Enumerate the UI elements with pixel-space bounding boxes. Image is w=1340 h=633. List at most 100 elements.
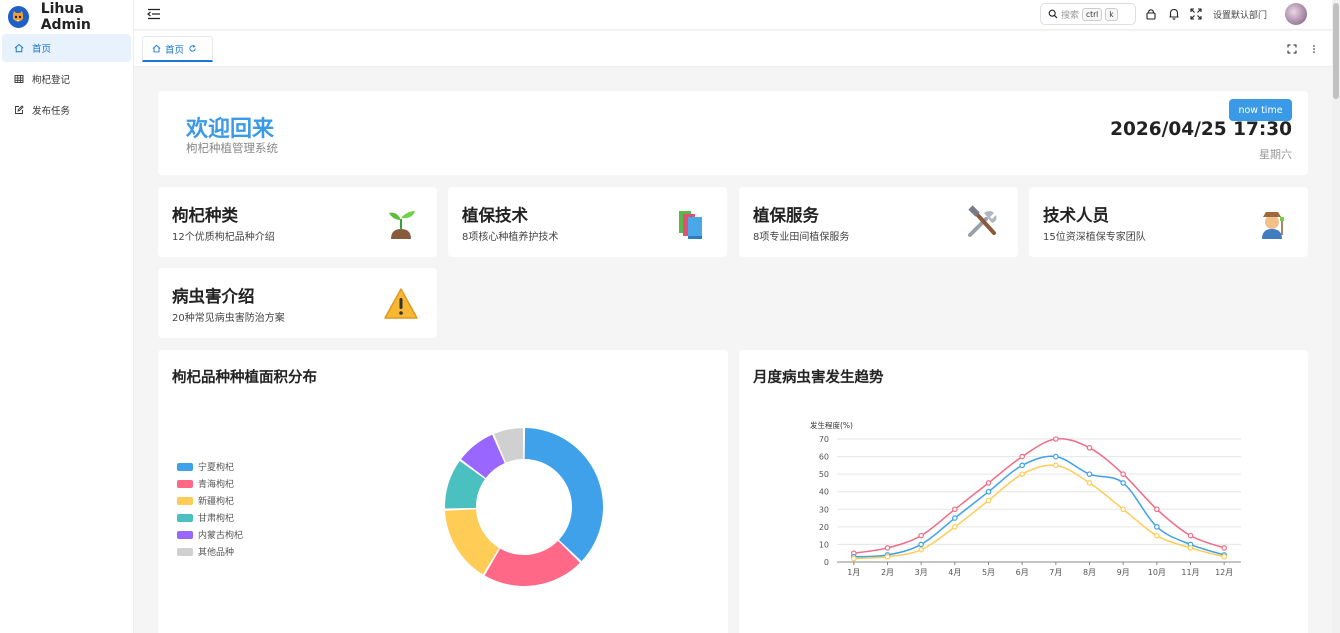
avatar[interactable] bbox=[1285, 3, 1307, 25]
app-title: Lihua Admin bbox=[40, 1, 91, 33]
current-weekday: 星期六 bbox=[1259, 148, 1292, 161]
data-point[interactable] bbox=[884, 553, 891, 560]
y-tick-label: 70 bbox=[819, 435, 829, 444]
data-point[interactable] bbox=[1187, 545, 1194, 551]
donut-slice[interactable] bbox=[445, 509, 499, 575]
tabs-bar: 首页 bbox=[134, 31, 1332, 67]
data-point[interactable] bbox=[1053, 462, 1059, 469]
feature-card-varieties[interactable]: 枸杞种类 12个优质枸杞品种介绍 bbox=[158, 187, 437, 257]
default-department-button[interactable]: 设置默认部门 bbox=[1213, 8, 1267, 21]
y-tick-label: 20 bbox=[819, 523, 829, 532]
data-point[interactable] bbox=[1053, 453, 1059, 460]
search-button[interactable]: 搜索 ctrl k bbox=[1040, 3, 1136, 25]
x-tick-label: 11月 bbox=[1181, 568, 1199, 577]
logo-icon bbox=[8, 6, 29, 28]
home-icon bbox=[152, 44, 161, 53]
menu-collapse-icon[interactable] bbox=[147, 7, 161, 21]
y-tick-label: 40 bbox=[819, 488, 829, 497]
sidebar-item-label: 发布任务 bbox=[32, 106, 71, 117]
books-icon bbox=[679, 211, 702, 239]
data-point[interactable] bbox=[1086, 444, 1093, 451]
tab-home[interactable]: 首页 bbox=[142, 36, 213, 62]
refresh-icon[interactable] bbox=[188, 44, 197, 53]
feature-card-technicians[interactable]: 技术人员 15位资深植保专家团队 bbox=[1029, 187, 1308, 257]
scrollbar-thumb[interactable] bbox=[1333, 3, 1339, 99]
data-point[interactable] bbox=[1019, 462, 1025, 469]
farmer-icon bbox=[1262, 212, 1284, 239]
tab-label: 首页 bbox=[165, 44, 185, 56]
data-point[interactable] bbox=[952, 506, 958, 513]
x-tick-label: 3月 bbox=[915, 568, 928, 577]
pie-chart-panel: 枸杞品种种植面积分布 宁夏枸杞 青海枸杞 新疆枸杞 甘肃枸杞 内蒙古枸杞 其他品种 bbox=[158, 350, 728, 633]
top-header: 搜索 ctrl k 设置默认部门 bbox=[134, 0, 1332, 30]
feature-card-pests[interactable]: 病虫害介绍 20种常见病虫害防治方案 bbox=[158, 268, 437, 338]
fullscreen-icon[interactable] bbox=[1189, 7, 1203, 21]
data-point[interactable] bbox=[1086, 471, 1093, 477]
data-point[interactable] bbox=[918, 541, 924, 548]
donut-slice[interactable] bbox=[484, 540, 581, 586]
data-point[interactable] bbox=[1053, 436, 1059, 442]
y-tick-label: 30 bbox=[819, 505, 829, 514]
data-point[interactable] bbox=[1187, 532, 1194, 539]
maximize-icon[interactable] bbox=[1287, 44, 1297, 54]
seedling-icon bbox=[389, 211, 415, 239]
data-point[interactable] bbox=[952, 515, 958, 521]
data-point[interactable] bbox=[952, 524, 958, 530]
sidebar-item-home[interactable]: 首页 bbox=[2, 34, 131, 62]
logo[interactable]: Lihua Admin bbox=[0, 1, 133, 33]
x-tick-label: 9月 bbox=[1117, 568, 1130, 577]
data-point[interactable] bbox=[985, 488, 992, 495]
feature-title: 植保技术 bbox=[462, 206, 528, 225]
warning-icon bbox=[384, 288, 418, 319]
x-tick-label: 4月 bbox=[948, 568, 961, 577]
data-point[interactable] bbox=[1154, 532, 1160, 539]
data-point[interactable] bbox=[985, 497, 992, 504]
data-point[interactable] bbox=[1120, 506, 1126, 513]
data-point[interactable] bbox=[1221, 545, 1227, 551]
data-point[interactable] bbox=[1120, 471, 1126, 477]
feature-desc: 20种常见病虫害防治方案 bbox=[172, 313, 285, 324]
sidebar-item-registration[interactable]: 枸杞登记 bbox=[2, 65, 131, 93]
data-point[interactable] bbox=[1086, 480, 1093, 486]
x-tick-label: 1月 bbox=[847, 568, 860, 577]
now-time-button[interactable]: now time bbox=[1229, 99, 1292, 121]
data-point[interactable] bbox=[1120, 480, 1126, 486]
data-point[interactable] bbox=[1154, 506, 1160, 513]
feature-title: 枸杞种类 bbox=[172, 206, 238, 225]
data-point[interactable] bbox=[1154, 524, 1160, 530]
welcome-title: 欢迎回来 bbox=[186, 117, 275, 142]
x-tick-label: 12月 bbox=[1215, 568, 1233, 577]
data-point[interactable] bbox=[1019, 471, 1025, 477]
feature-card-services[interactable]: 植保服务 8项专业田间植保服务 bbox=[739, 187, 1018, 257]
feature-card-techniques[interactable]: 植保技术 8项核心种植养护技术 bbox=[448, 187, 727, 257]
feature-title: 技术人员 bbox=[1043, 206, 1109, 225]
y-tick-label: 10 bbox=[819, 540, 829, 549]
feature-title: 植保服务 bbox=[753, 206, 819, 225]
data-point[interactable] bbox=[918, 546, 924, 553]
search-placeholder: 搜索 bbox=[1061, 10, 1080, 21]
scrollbar-track[interactable] bbox=[1332, 0, 1340, 633]
tools-icon bbox=[968, 205, 997, 237]
donut-slice[interactable] bbox=[524, 428, 603, 562]
data-point[interactable] bbox=[985, 480, 992, 486]
data-point[interactable] bbox=[1019, 453, 1025, 460]
donut-chart bbox=[445, 428, 603, 586]
x-tick-label: 2月 bbox=[881, 568, 894, 577]
data-point[interactable] bbox=[884, 545, 891, 551]
y-axis-label: 发生程度(%) bbox=[810, 420, 853, 430]
more-vertical-icon[interactable] bbox=[1310, 44, 1318, 54]
bell-icon[interactable] bbox=[1167, 7, 1181, 21]
line-chart: 0 10 20 30 40 50 60 70 发生程度(%) 1月 2月 3月 4月 5月 6月 7月 8月 9月… bbox=[810, 420, 1241, 577]
data-point[interactable] bbox=[918, 532, 924, 539]
data-point[interactable] bbox=[1221, 553, 1227, 560]
sidebar: Lihua Admin 首页 枸杞登记 发布任务 bbox=[0, 0, 134, 633]
sidebar-item-publish-task[interactable]: 发布任务 bbox=[2, 96, 131, 124]
current-datetime: 2026/04/25 17:30 bbox=[1110, 119, 1292, 140]
feature-desc: 8项专业田间植保服务 bbox=[753, 232, 850, 243]
feature-title: 病虫害介绍 bbox=[172, 287, 255, 306]
feature-desc: 12个优质枸杞品种介绍 bbox=[172, 232, 275, 243]
data-point[interactable] bbox=[851, 555, 857, 562]
lock-icon[interactable] bbox=[1144, 7, 1158, 21]
x-tick-label: 10月 bbox=[1148, 568, 1166, 577]
y-tick-label: 0 bbox=[824, 558, 829, 567]
